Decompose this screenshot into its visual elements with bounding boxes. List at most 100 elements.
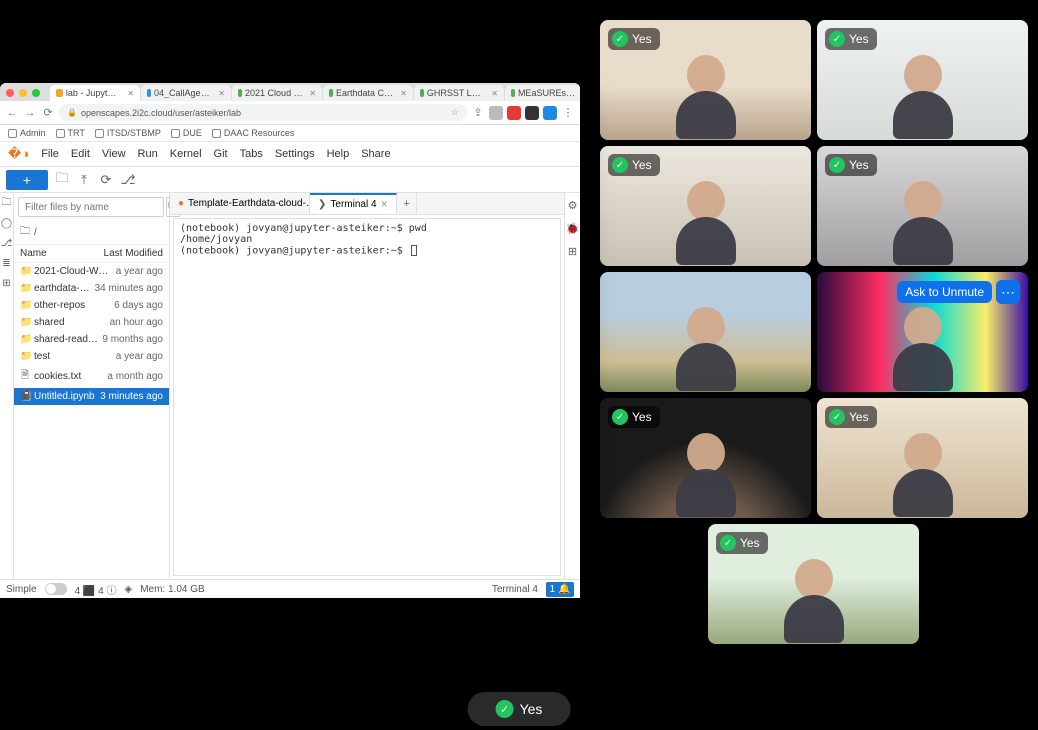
browser-tab[interactable]: 04_CallAgenda | 2020-nas…✕ — [141, 85, 231, 101]
participant-tile[interactable]: Ask to Unmute⋯ — [817, 272, 1028, 392]
git-tab-icon[interactable]: ⎇ — [1, 237, 13, 249]
participant-tile[interactable]: ✓Yes — [817, 20, 1028, 140]
share-icon[interactable]: ⇪ — [471, 106, 485, 119]
tab-title: GHRSST Level 4 MUR Glob… — [427, 88, 485, 98]
close-tab-icon[interactable]: ✕ — [400, 89, 407, 98]
git-status-icon[interactable]: ◈ — [125, 584, 133, 595]
menu-git[interactable]: Git — [214, 148, 228, 160]
add-tab-button[interactable]: + — [397, 193, 417, 214]
col-modified[interactable]: Last Modified — [104, 248, 163, 259]
file-row[interactable]: 🗎cookies.txta month ago — [14, 365, 169, 388]
bookmark-item[interactable]: Admin — [8, 128, 46, 138]
file-filter-input[interactable] — [18, 197, 164, 217]
reload-button[interactable]: ⟳ — [41, 106, 55, 119]
file-row[interactable]: 📁sharedan hour ago — [14, 314, 169, 331]
minimize-icon[interactable] — [19, 89, 27, 97]
upload-button[interactable]: ⤒ — [76, 172, 92, 188]
toc-tab-icon[interactable]: ≣ — [1, 257, 13, 269]
check-icon: ✓ — [496, 700, 514, 718]
file-row[interactable]: 📁other-repos6 days ago — [14, 297, 169, 314]
forward-button[interactable]: → — [23, 107, 37, 119]
participant-tile[interactable]: ✓Yes — [600, 20, 811, 140]
participant-tile[interactable] — [600, 272, 811, 392]
close-icon[interactable] — [6, 89, 14, 97]
menu-view[interactable]: View — [102, 148, 126, 160]
participant-tile[interactable]: ✓Yes — [817, 398, 1028, 518]
git-button[interactable]: ⎇ — [120, 172, 136, 188]
col-name[interactable]: Name — [20, 248, 47, 259]
document-tab[interactable]: ●Template-Earthdata-cloud-…✕ — [170, 193, 310, 214]
reaction-label: Yes — [632, 32, 652, 46]
file-row[interactable]: 📓Untitled.ipynb3 minutes ago — [14, 388, 169, 405]
refresh-button[interactable]: ⟳ — [98, 172, 114, 188]
bookmark-item[interactable]: ITSD/STBMP — [95, 128, 161, 138]
jupyter-toolbar: + 🗀 ⤒ ⟳ ⎇ — [0, 167, 580, 193]
bookmark-item[interactable]: DAAC Resources — [212, 128, 295, 138]
file-type-icon: 📁 — [20, 351, 30, 362]
sessions-icon[interactable]: ⊞ — [568, 245, 577, 258]
browser-tab[interactable]: 2021 Cloud Hackathon – e…✕ — [232, 85, 322, 101]
tab-label: Terminal 4 — [330, 199, 376, 210]
browser-tab[interactable]: lab - JupyterLab✕ — [50, 85, 140, 101]
extension-icon[interactable] — [507, 106, 521, 120]
browser-tab[interactable]: GHRSST Level 4 MUR Glob… ✕ — [414, 85, 504, 101]
menu-settings[interactable]: Settings — [275, 148, 315, 160]
extension-icon[interactable] — [543, 106, 557, 120]
breadcrumb[interactable]: 🗀 / — [14, 221, 169, 245]
close-tab-icon[interactable]: ✕ — [309, 89, 316, 98]
notification-badge[interactable]: 1 🔔 — [546, 582, 574, 597]
menu-tabs[interactable]: Tabs — [240, 148, 263, 160]
terminal-output[interactable]: (notebook) jovyan@jupyter-asteiker:~$ pw… — [173, 218, 561, 576]
yes-reaction-badge: ✓Yes — [716, 532, 768, 554]
file-row[interactable]: 📁earthdata-clou…34 minutes ago — [14, 280, 169, 297]
folder-icon — [56, 129, 65, 138]
close-tab-icon[interactable]: ✕ — [381, 199, 389, 210]
property-inspector-icon[interactable]: ⚙ — [568, 199, 578, 212]
extensions-tab-icon[interactable]: ⊞ — [1, 277, 13, 289]
file-list-header[interactable]: Name Last Modified — [14, 245, 169, 263]
filebrowser-tab-icon[interactable]: 🗀 — [1, 197, 13, 209]
bookmark-item[interactable]: DUE — [171, 128, 202, 138]
participant-tile[interactable]: ✓Yes — [708, 524, 919, 644]
file-row[interactable]: 📁shared-readwrite9 months ago — [14, 331, 169, 348]
file-row[interactable]: 📁2021-Cloud-Wo…a year ago — [14, 263, 169, 280]
close-tab-icon[interactable]: ✕ — [127, 89, 134, 98]
simple-mode-toggle[interactable] — [45, 583, 67, 595]
participant-tile[interactable]: ✓Yes — [600, 398, 811, 518]
url-text: openscapes.2i2c.cloud/user/asteiker/lab — [81, 108, 241, 118]
document-tab[interactable]: ❯Terminal 4✕ — [310, 193, 397, 214]
menu-share[interactable]: Share — [361, 148, 390, 160]
extension-icon[interactable] — [489, 106, 503, 120]
debugger-icon[interactable]: 🐞 — [566, 222, 580, 235]
star-icon[interactable]: ☆ — [451, 107, 459, 118]
participant-tile[interactable]: ✓Yes — [600, 146, 811, 266]
browser-tab[interactable]: Earthdata Cloud Cookbook…✕ — [323, 85, 413, 101]
reaction-label: Yes — [849, 158, 869, 172]
close-tab-icon[interactable]: ✕ — [218, 89, 225, 98]
menu-file[interactable]: File — [41, 148, 59, 160]
bookmark-item[interactable]: TRT — [56, 128, 85, 138]
menu-run[interactable]: Run — [138, 148, 158, 160]
running-tab-icon[interactable]: ◯ — [1, 217, 13, 229]
close-tab-icon[interactable]: ✕ — [491, 89, 498, 98]
back-button[interactable]: ← — [5, 107, 19, 119]
zoom-reaction-pill[interactable]: ✓ Yes — [468, 692, 571, 726]
new-launcher-button[interactable]: + — [6, 170, 48, 190]
browser-tab[interactable]: MEaSUREs Gridded Sea S…✕ — [505, 85, 580, 101]
file-type-icon: 📁 — [20, 283, 30, 294]
file-modified: 3 minutes ago — [100, 391, 163, 402]
jupyter-logo-icon[interactable]: �◑ — [8, 146, 29, 162]
more-options-button[interactable]: ⋯ — [996, 280, 1020, 304]
extension-icon[interactable] — [525, 106, 539, 120]
new-folder-button[interactable]: 🗀 — [54, 172, 70, 188]
address-bar[interactable]: 🔒 openscapes.2i2c.cloud/user/asteiker/la… — [59, 104, 467, 121]
file-row[interactable]: 📁testa year ago — [14, 348, 169, 365]
window-controls[interactable] — [0, 85, 46, 99]
menu-edit[interactable]: Edit — [71, 148, 90, 160]
menu-kernel[interactable]: Kernel — [170, 148, 202, 160]
maximize-icon[interactable] — [32, 89, 40, 97]
menu-icon[interactable]: ⋮ — [561, 106, 575, 119]
menu-help[interactable]: Help — [327, 148, 350, 160]
ask-to-unmute-button[interactable]: Ask to Unmute — [897, 281, 992, 303]
participant-tile[interactable]: ✓Yes — [817, 146, 1028, 266]
